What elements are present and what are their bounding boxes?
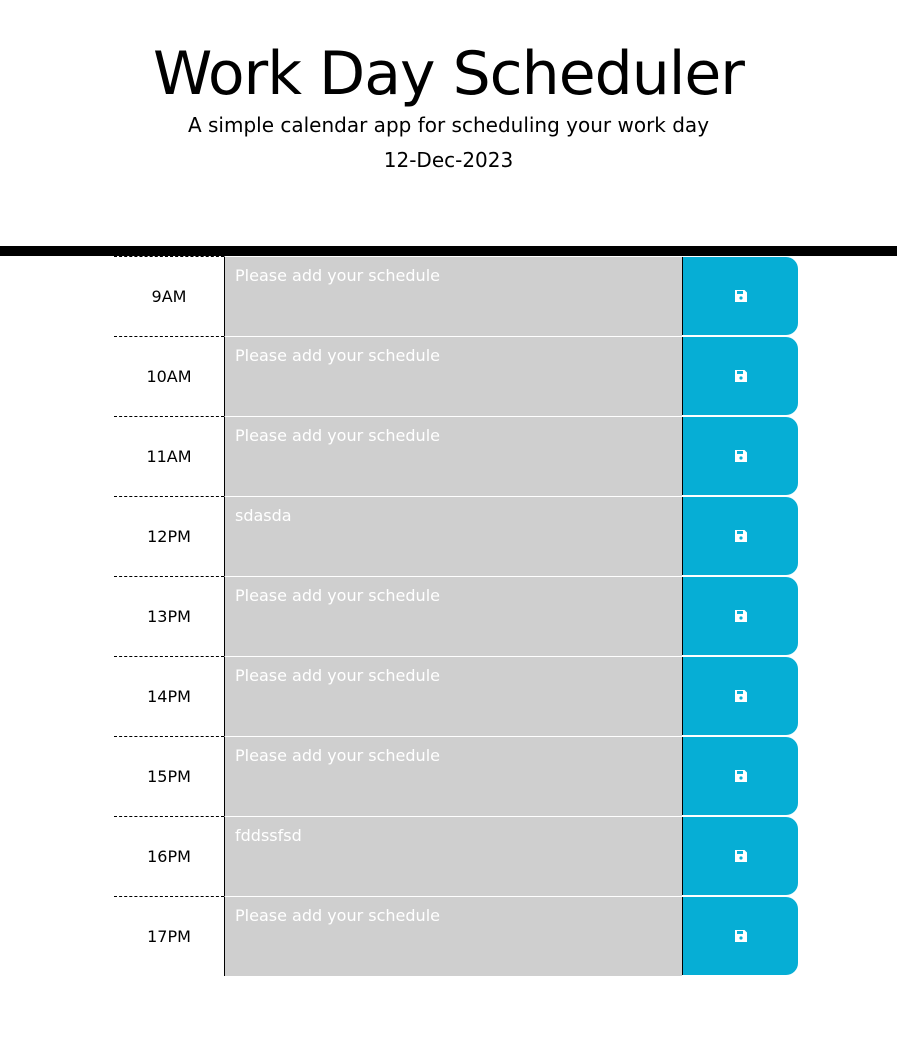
schedule-textarea[interactable]: Please add your schedule bbox=[224, 256, 682, 336]
save-icon bbox=[734, 369, 748, 383]
time-block: 15PM Please add your schedule bbox=[114, 736, 798, 816]
schedule-textarea[interactable]: Please add your schedule bbox=[224, 896, 682, 976]
hour-label: 9AM bbox=[114, 256, 224, 336]
save-icon bbox=[734, 849, 748, 863]
schedule-list: 9AM Please add your schedule 10AM Please… bbox=[114, 256, 798, 976]
save-button[interactable] bbox=[682, 657, 798, 735]
save-button[interactable] bbox=[682, 337, 798, 415]
schedule-text: Please add your schedule bbox=[235, 746, 440, 765]
save-icon bbox=[734, 769, 748, 783]
save-icon bbox=[734, 289, 748, 303]
hour-label: 12PM bbox=[114, 496, 224, 576]
schedule-text: Please add your schedule bbox=[235, 266, 440, 285]
schedule-textarea[interactable]: Please add your schedule bbox=[224, 336, 682, 416]
save-icon bbox=[734, 689, 748, 703]
time-block: 10AM Please add your schedule bbox=[114, 336, 798, 416]
schedule-text: Please add your schedule bbox=[235, 586, 440, 605]
hour-label: 10AM bbox=[114, 336, 224, 416]
time-block: 13PM Please add your schedule bbox=[114, 576, 798, 656]
hour-label: 17PM bbox=[114, 896, 224, 976]
schedule-textarea[interactable]: sdasda bbox=[224, 496, 682, 576]
time-block: 12PM sdasda bbox=[114, 496, 798, 576]
schedule-textarea[interactable]: Please add your schedule bbox=[224, 736, 682, 816]
save-button[interactable] bbox=[682, 497, 798, 575]
schedule-text: sdasda bbox=[235, 506, 292, 525]
save-button[interactable] bbox=[682, 257, 798, 335]
save-button[interactable] bbox=[682, 817, 798, 895]
schedule-text: fddssfsd bbox=[235, 826, 302, 845]
current-date: 12-Dec-2023 bbox=[383, 148, 514, 172]
save-button[interactable] bbox=[682, 897, 798, 975]
save-button[interactable] bbox=[682, 577, 798, 655]
save-icon bbox=[734, 529, 748, 543]
hour-label: 15PM bbox=[114, 736, 224, 816]
schedule-textarea[interactable]: Please add your schedule bbox=[224, 416, 682, 496]
hour-label: 14PM bbox=[114, 656, 224, 736]
time-block: 14PM Please add your schedule bbox=[114, 656, 798, 736]
hour-label: 16PM bbox=[114, 816, 224, 896]
schedule-textarea[interactable]: Please add your schedule bbox=[224, 656, 682, 736]
schedule-text: Please add your schedule bbox=[235, 426, 440, 445]
header-divider bbox=[0, 246, 897, 256]
time-block: 16PM fddssfsd bbox=[114, 816, 798, 896]
schedule-textarea[interactable]: fddssfsd bbox=[224, 816, 682, 896]
schedule-text: Please add your schedule bbox=[235, 906, 440, 925]
page-subtitle: A simple calendar app for scheduling you… bbox=[187, 113, 710, 137]
save-button[interactable] bbox=[682, 737, 798, 815]
schedule-textarea[interactable]: Please add your schedule bbox=[224, 576, 682, 656]
schedule-text: Please add your schedule bbox=[235, 346, 440, 365]
time-block: 9AM Please add your schedule bbox=[114, 256, 798, 336]
save-icon bbox=[734, 929, 748, 943]
save-icon bbox=[734, 449, 748, 463]
save-icon bbox=[734, 609, 748, 623]
time-block: 17PM Please add your schedule bbox=[114, 896, 798, 976]
page-title: Work Day Scheduler bbox=[153, 39, 745, 109]
hour-label: 11AM bbox=[114, 416, 224, 496]
save-button[interactable] bbox=[682, 417, 798, 495]
time-block: 11AM Please add your schedule bbox=[114, 416, 798, 496]
schedule-text: Please add your schedule bbox=[235, 666, 440, 685]
hour-label: 13PM bbox=[114, 576, 224, 656]
